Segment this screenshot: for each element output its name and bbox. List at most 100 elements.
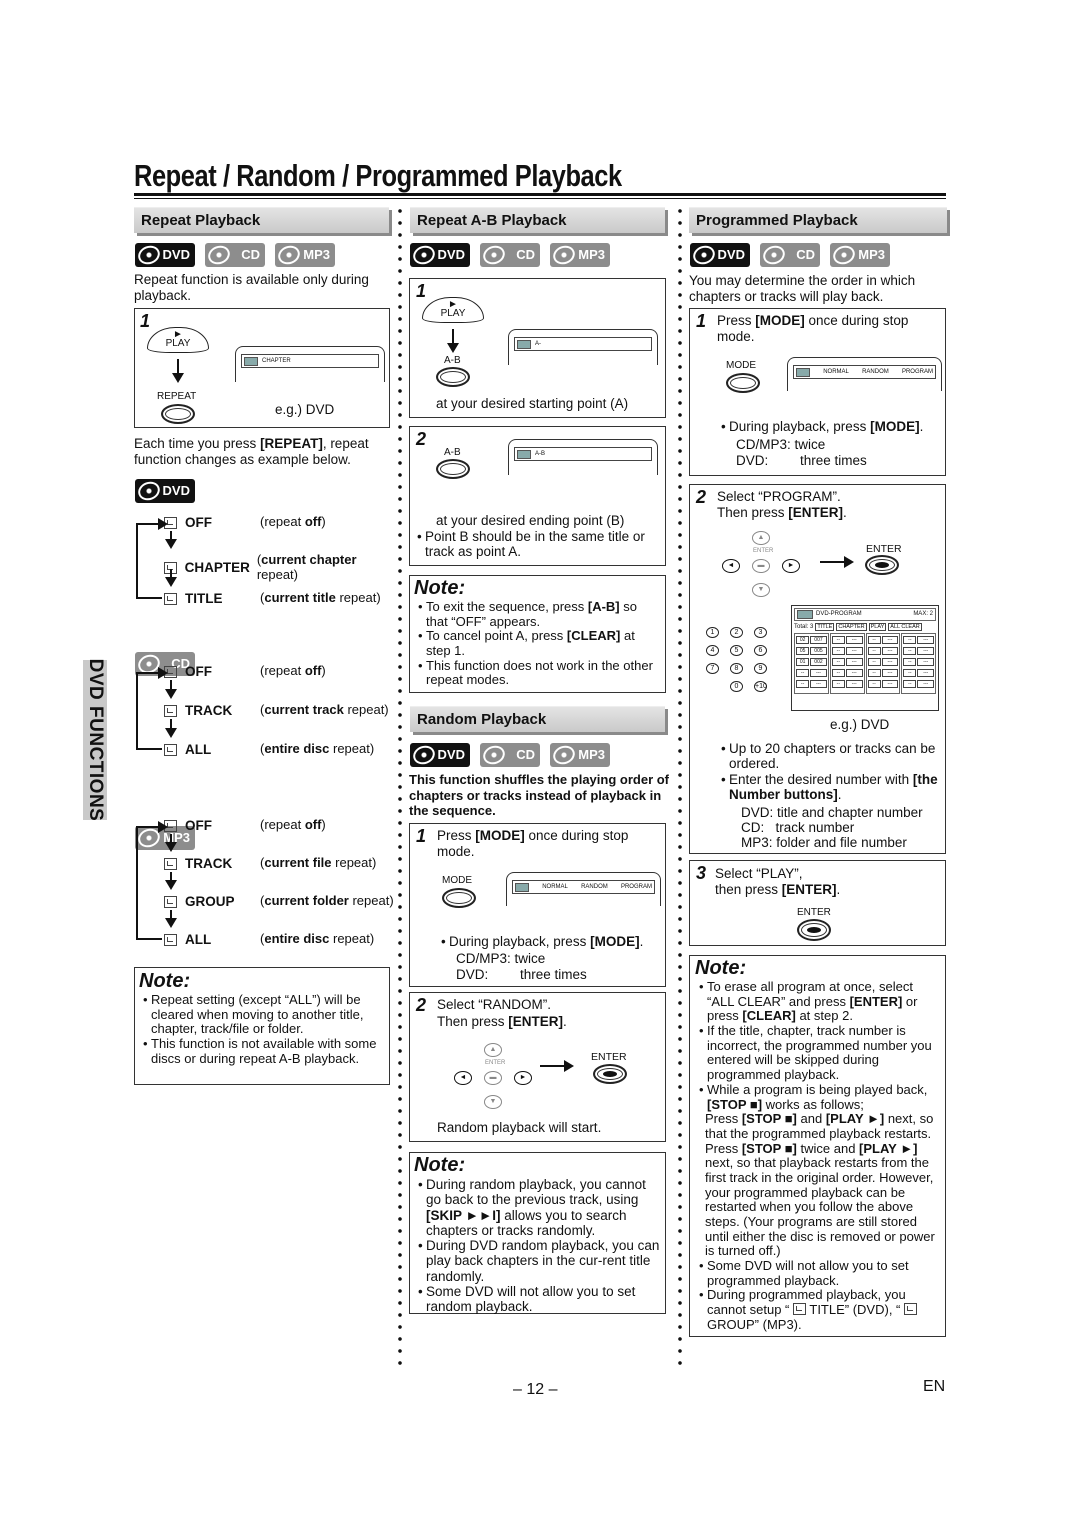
arrow-down-icon — [172, 359, 184, 383]
arrow-down-icon — [165, 719, 177, 738]
program-entry[interactable]: -- --- — [796, 680, 827, 689]
program-entry[interactable]: -- --- — [831, 647, 863, 656]
play-button[interactable]: ► PLAY — [147, 327, 209, 353]
program-entry[interactable]: -- --- — [867, 658, 899, 667]
mode-button[interactable] — [726, 373, 760, 393]
entry-chapter: --- — [917, 658, 934, 667]
cursor-down-button[interactable]: ▼ — [484, 1095, 502, 1109]
program-entry[interactable]: 01 002 — [796, 658, 827, 667]
text: Then press — [717, 505, 789, 520]
entry-title: -- — [903, 636, 917, 645]
text: Then press — [437, 1014, 509, 1029]
disc-icon — [205, 242, 233, 268]
program-entry[interactable]: -- --- — [867, 680, 899, 689]
program-screen-button[interactable]: TITLE — [815, 623, 835, 632]
column-divider — [398, 205, 402, 1365]
play-button[interactable]: ► PLAY — [422, 297, 484, 323]
note-item: Some DVD will not allow you to set progr… — [695, 1258, 940, 1288]
program-entry[interactable]: 05 005 — [796, 647, 827, 656]
bullet-text: Point B should be in the same title or t… — [413, 529, 663, 560]
cursor-down-button[interactable]: ▼ — [752, 583, 770, 597]
number-key[interactable]: 5 — [730, 645, 743, 656]
cursor-right-button[interactable]: ► — [782, 559, 800, 573]
text: During DVD random playback, you can play… — [426, 1238, 660, 1284]
number-key[interactable]: 6 — [754, 645, 767, 656]
number-key[interactable]: 4 — [706, 645, 719, 656]
badge-label: CD — [241, 246, 260, 262]
mode-description: (current track repeat) — [260, 702, 389, 718]
text-bold: current chapter — [261, 552, 357, 567]
mode-label: TRACK — [185, 703, 233, 718]
program-entry[interactable]: -- --- — [831, 636, 863, 645]
program-screen-button[interactable]: ALL CLEAR — [888, 623, 922, 632]
text: Enter the desired number with — [729, 772, 913, 787]
cd-repeat-cycle: OFF (repeat off) TRACK (current track repea… — [134, 663, 396, 764]
program-entry[interactable]: -- --- — [903, 647, 934, 656]
title-rule — [134, 193, 946, 196]
cd-line: CD/MP3: twice — [736, 437, 826, 452]
ab-button[interactable] — [436, 367, 470, 387]
entry-chapter: --- — [917, 680, 934, 689]
number-key[interactable]: 7 — [706, 663, 719, 674]
number-key[interactable]: 9 — [754, 663, 767, 674]
cursor-up-button[interactable]: ▲ — [484, 1043, 502, 1057]
enter-button[interactable] — [593, 1064, 627, 1084]
ab-button[interactable] — [436, 459, 470, 479]
number-key[interactable]: 8 — [730, 663, 743, 674]
mode-button[interactable] — [442, 888, 476, 908]
arrow-right-icon — [820, 556, 854, 568]
arrow-right-icon — [540, 1060, 574, 1072]
text: ) — [321, 514, 326, 530]
mode-description: (repeat off) — [260, 663, 326, 679]
cursor-left-button[interactable]: ◄ — [454, 1071, 472, 1085]
program-screen-button[interactable]: CHAPTER — [836, 623, 867, 632]
entry-chapter: --- — [917, 636, 934, 645]
program-entry[interactable]: -- --- — [903, 680, 934, 689]
note-item: Repeat setting (except “ALL”) will be cl… — [139, 992, 385, 1037]
program-entry[interactable]: 02 007 — [796, 636, 827, 645]
number-key[interactable]: 3 — [754, 627, 767, 638]
cursor-left-button[interactable]: ◄ — [722, 559, 740, 573]
badge-label: MP3 — [303, 246, 330, 262]
program-entry[interactable]: -- --- — [867, 636, 899, 645]
program-screen-button[interactable]: PLAY — [868, 623, 887, 632]
program-entry[interactable]: -- --- — [831, 669, 863, 678]
cd-badge: CD — [480, 742, 540, 768]
program-entry[interactable]: -- --- — [867, 647, 899, 656]
random-step1-box: 1 Press [MODE] once during stop mode. MO… — [409, 823, 666, 987]
program-entry[interactable]: -- --- — [867, 669, 899, 678]
enter-button[interactable] — [797, 919, 831, 941]
screen-bar: CHAPTER — [241, 354, 379, 368]
tv-screen: CHAPTER — [235, 346, 385, 382]
program-entry[interactable]: -- --- — [903, 658, 934, 667]
mode-option: PROGRAM — [620, 883, 652, 890]
cursor-enter-button[interactable]: ▬ — [752, 559, 770, 573]
repeat-icon — [164, 743, 177, 756]
screen-text: A-B — [535, 450, 546, 457]
program-entry[interactable]: -- --- — [903, 669, 934, 678]
mode-label: ALL — [185, 742, 212, 757]
program-entry[interactable]: -- --- — [831, 680, 863, 689]
program-entry[interactable]: -- --- — [831, 658, 863, 667]
step-text: Select “PROGRAM”. — [717, 489, 841, 504]
program-entry[interactable]: -- --- — [796, 669, 827, 678]
entry-title: -- — [867, 658, 881, 667]
text: . — [837, 787, 842, 803]
section-heading-ab: Repeat A-B Playback — [410, 207, 665, 233]
bullet-text: Up to 20 chapters or tracks can be order… — [717, 741, 942, 772]
program-entry[interactable]: -- --- — [903, 636, 934, 645]
number-key[interactable]: +10 — [754, 681, 767, 692]
number-key[interactable]: 0 — [730, 681, 743, 692]
program-step3-box: 3 Select “PLAY”, then press [ENTER]. ENT… — [689, 860, 946, 946]
number-key[interactable]: 1 — [706, 627, 719, 638]
repeat-button[interactable] — [161, 404, 195, 424]
mode-label: OFF — [185, 818, 212, 833]
text: . — [563, 1014, 567, 1029]
cursor-right-button[interactable]: ► — [514, 1071, 532, 1085]
text: While a program is being played back, — [707, 1081, 928, 1097]
cursor-enter-button[interactable]: ▬ — [484, 1071, 502, 1085]
number-key[interactable]: 2 — [730, 627, 743, 638]
cursor-up-button[interactable]: ▲ — [752, 531, 770, 545]
enter-button[interactable] — [865, 555, 899, 575]
ab-step2-box: 2 A-B A-B at your desired ending point (… — [409, 426, 666, 566]
